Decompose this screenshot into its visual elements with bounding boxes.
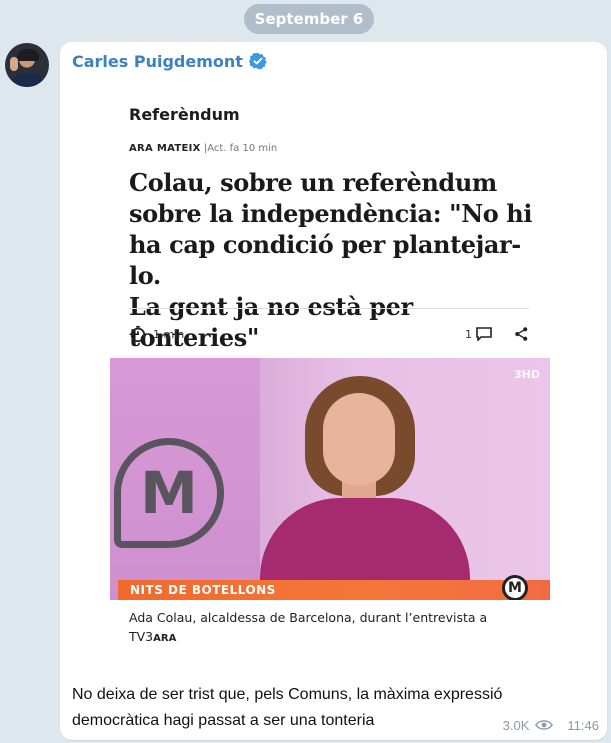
eye-icon	[535, 720, 554, 730]
channel-logo: 3HD	[514, 368, 540, 381]
date-separator: September 6	[244, 4, 374, 34]
article-screenshot[interactable]: Referèndum ARA MATEIX |Act. fa 10 min Co…	[110, 95, 550, 655]
article-photo: M 3HD NITS DE BOTELLONS M	[110, 358, 550, 600]
caption-text: Ada Colau, alcaldessa de Barcelona, dura…	[129, 610, 488, 644]
comment-count: 1	[465, 327, 472, 341]
article-updated: |Act. fa 10 min	[203, 143, 278, 154]
view-count: 3.0K	[502, 717, 530, 733]
stopwatch-icon	[130, 325, 146, 343]
sender-avatar[interactable]	[5, 43, 49, 87]
article-meta-row: 1 min 1	[129, 323, 529, 345]
avatar-suit	[11, 73, 45, 87]
article-section: Referèndum	[129, 105, 240, 124]
photo-caption: Ada Colau, alcaldessa de Barcelona, dura…	[129, 608, 534, 648]
message-footer: 3.0K 11:46	[503, 716, 599, 734]
avatar-hand	[10, 57, 18, 71]
sender-name-row[interactable]: Carles Puigdemont	[72, 50, 267, 72]
comment-icon	[476, 327, 492, 341]
program-badge: M	[502, 575, 528, 600]
avatar-hair	[17, 49, 39, 61]
share-icon	[515, 327, 528, 341]
message-text: No deixa de ser trist que, pels Comuns, …	[72, 686, 503, 729]
article-divider	[129, 308, 529, 309]
sender-name[interactable]: Carles Puigdemont	[72, 52, 243, 71]
message-time: 11:46	[567, 717, 599, 733]
read-time: 1 min	[153, 327, 185, 341]
lower-third-banner: NITS DE BOTELLONS	[118, 580, 550, 600]
article-outlet: ARA MATEIX	[129, 143, 201, 154]
studio-logo: M	[114, 438, 224, 548]
caption-source: ARA	[153, 633, 177, 644]
person-face	[323, 393, 395, 485]
verified-icon	[248, 52, 267, 70]
article-byline: ARA MATEIX |Act. fa 10 min	[129, 143, 277, 154]
